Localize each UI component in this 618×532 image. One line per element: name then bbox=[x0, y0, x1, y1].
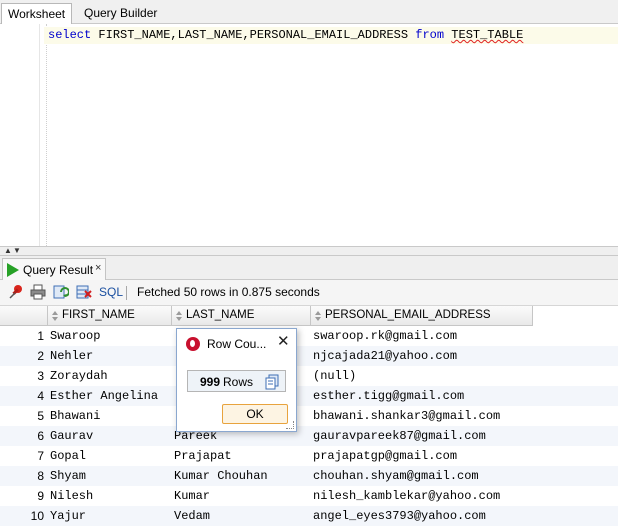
cell-email[interactable]: swaroop.rk@gmail.com bbox=[313, 326, 533, 346]
row-number-header bbox=[0, 306, 48, 326]
table-row[interactable]: 1 Swaroop swaroop.rk@gmail.com bbox=[0, 326, 618, 346]
cell-email[interactable]: njcajada21@yahoo.com bbox=[313, 346, 533, 366]
table-row[interactable]: 2 Nehler njcajada21@yahoo.com bbox=[0, 346, 618, 366]
cell-email[interactable]: (null) bbox=[313, 366, 533, 386]
delete-rows-icon[interactable] bbox=[76, 284, 92, 300]
table-row[interactable]: 6 Gaurav Pareek gauravpareek87@gmail.com bbox=[0, 426, 618, 446]
cell-first-name[interactable]: Esther Angelina bbox=[50, 386, 172, 406]
cell-first-name[interactable]: Bhawani bbox=[50, 406, 172, 426]
table-row[interactable]: 7 Gopal Prajapat prajapatgp@gmail.com bbox=[0, 446, 618, 466]
result-toolbar: SQL Fetched 50 rows in 0.875 seconds bbox=[0, 280, 618, 306]
cell-first-name[interactable]: Zoraydah bbox=[50, 366, 172, 386]
results-grid[interactable]: FIRST_NAME LAST_NAME PERSONAL_EMAIL_ADDR… bbox=[0, 306, 618, 532]
cell-email[interactable]: prajapatgp@gmail.com bbox=[313, 446, 533, 466]
cell-email[interactable]: esther.tigg@gmail.com bbox=[313, 386, 533, 406]
close-icon[interactable]: × bbox=[95, 262, 101, 274]
fetch-status: Fetched 50 rows in 0.875 seconds bbox=[137, 285, 320, 299]
table-row[interactable]: 3 Zoraydah (null) bbox=[0, 366, 618, 386]
cell-first-name[interactable]: Shyam bbox=[50, 466, 172, 486]
row-number: 4 bbox=[37, 389, 44, 403]
cell-last-name[interactable]: Kumar bbox=[174, 486, 310, 506]
sort-icon[interactable] bbox=[176, 311, 182, 321]
editor-gutter bbox=[0, 24, 40, 246]
table-row[interactable]: 5 Bhawani bhawani.shankar3@gmail.com bbox=[0, 406, 618, 426]
cell-email[interactable]: angel_eyes3793@yahoo.com bbox=[313, 506, 533, 526]
column-header-first-name[interactable]: FIRST_NAME bbox=[48, 306, 172, 326]
app-logo-icon bbox=[186, 337, 200, 351]
toolbar-separator bbox=[126, 286, 127, 300]
row-count-label: Rows bbox=[223, 375, 254, 389]
column-header-last-name[interactable]: LAST_NAME bbox=[172, 306, 311, 326]
keyword-from: from bbox=[415, 28, 445, 42]
row-number: 2 bbox=[37, 349, 44, 363]
pane-splitter[interactable]: ▲ ▼ bbox=[0, 246, 618, 256]
pin-icon[interactable] bbox=[8, 284, 24, 300]
table-row[interactable]: 8 Shyam Kumar Chouhan chouhan.shyam@gmai… bbox=[0, 466, 618, 486]
table-name: TEST_TABLE bbox=[451, 28, 524, 42]
row-number: 6 bbox=[37, 429, 44, 443]
table-row[interactable]: 4 Esther Angelina esther.tigg@gmail.com bbox=[0, 386, 618, 406]
row-count-display: 999 Rows bbox=[187, 370, 286, 392]
keyword-select: select bbox=[48, 28, 92, 42]
table-row[interactable]: 9 Nilesh Kumar nilesh_kamblekar@yahoo.co… bbox=[0, 486, 618, 506]
tab-worksheet[interactable]: Worksheet bbox=[1, 3, 73, 24]
cell-email[interactable]: gauravpareek87@gmail.com bbox=[313, 426, 533, 446]
row-number: 10 bbox=[30, 509, 44, 523]
dialog-title: Row Cou... bbox=[207, 337, 267, 351]
table-row[interactable]: 10 Yajur Vedam angel_eyes3793@yahoo.com bbox=[0, 506, 618, 526]
column-list: FIRST_NAME,LAST_NAME,PERSONAL_EMAIL_ADDR… bbox=[98, 28, 409, 42]
cell-first-name[interactable]: Yajur bbox=[50, 506, 172, 526]
grid-rows: 1 Swaroop swaroop.rk@gmail.com 2 Nehler … bbox=[0, 326, 618, 526]
column-header-email[interactable]: PERSONAL_EMAIL_ADDRESS bbox=[311, 306, 533, 326]
cell-last-name[interactable]: Prajapat bbox=[174, 446, 310, 466]
cell-first-name[interactable]: Gaurav bbox=[50, 426, 172, 446]
close-icon[interactable]: ✕ bbox=[277, 334, 290, 350]
row-count-value: 999 bbox=[200, 375, 221, 389]
ok-button[interactable]: OK bbox=[222, 404, 288, 424]
cell-last-name[interactable]: Vedam bbox=[174, 506, 310, 526]
cell-first-name[interactable]: Swaroop bbox=[50, 326, 172, 346]
print-icon[interactable] bbox=[30, 284, 46, 300]
sort-icon[interactable] bbox=[52, 311, 58, 321]
cell-email[interactable]: bhawani.shankar3@gmail.com bbox=[313, 406, 533, 426]
copy-icon[interactable] bbox=[264, 374, 280, 390]
resize-grip-icon[interactable] bbox=[286, 421, 294, 429]
editor-tab-bar: Worksheet Query Builder bbox=[0, 0, 618, 24]
dialog-title-bar[interactable]: Row Cou... ✕ bbox=[177, 329, 296, 357]
refresh-icon[interactable] bbox=[53, 284, 69, 300]
row-count-dialog[interactable]: Row Cou... ✕ 999 Rows OK bbox=[176, 328, 297, 432]
grid-header: FIRST_NAME LAST_NAME PERSONAL_EMAIL_ADDR… bbox=[0, 306, 533, 326]
cell-first-name[interactable]: Nehler bbox=[50, 346, 172, 366]
cell-first-name[interactable]: Nilesh bbox=[50, 486, 172, 506]
row-number: 3 bbox=[37, 369, 44, 383]
tab-query-result[interactable]: Query Result × bbox=[2, 258, 106, 280]
row-number: 5 bbox=[37, 409, 44, 423]
splitter-up-icon[interactable]: ▲ bbox=[4, 247, 12, 255]
cell-first-name[interactable]: Gopal bbox=[50, 446, 172, 466]
row-number: 7 bbox=[37, 449, 44, 463]
tab-query-builder[interactable]: Query Builder bbox=[78, 3, 163, 24]
sort-icon[interactable] bbox=[315, 311, 321, 321]
cell-last-name[interactable]: Kumar Chouhan bbox=[174, 466, 310, 486]
result-tab-bar: Query Result × bbox=[0, 256, 618, 280]
sql-button[interactable]: SQL bbox=[99, 285, 123, 299]
sql-editor[interactable]: select FIRST_NAME,LAST_NAME,PERSONAL_EMA… bbox=[0, 24, 618, 246]
sql-statement[interactable]: select FIRST_NAME,LAST_NAME,PERSONAL_EMA… bbox=[48, 28, 523, 43]
query-result-label: Query Result bbox=[23, 263, 94, 277]
row-number: 8 bbox=[37, 469, 44, 483]
splitter-down-icon[interactable]: ▼ bbox=[13, 247, 21, 255]
row-number: 1 bbox=[37, 329, 44, 343]
cell-email[interactable]: nilesh_kamblekar@yahoo.com bbox=[313, 486, 533, 506]
fold-guide bbox=[46, 24, 47, 246]
cell-email[interactable]: chouhan.shyam@gmail.com bbox=[313, 466, 533, 486]
play-icon bbox=[7, 263, 19, 277]
row-number: 9 bbox=[37, 489, 44, 503]
